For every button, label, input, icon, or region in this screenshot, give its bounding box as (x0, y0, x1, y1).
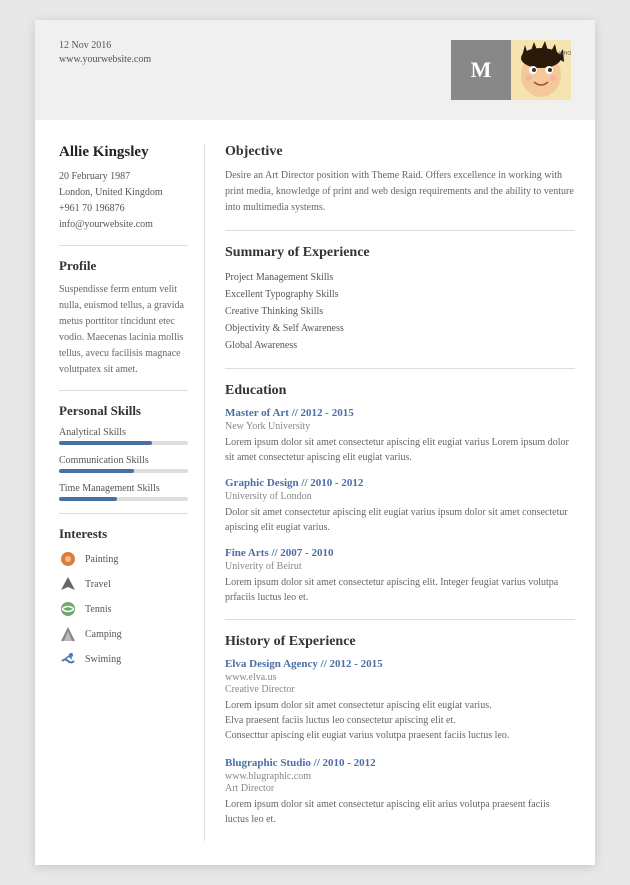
interest-travel: Travel (59, 575, 188, 593)
exp-website-2: www.blugraphic.com (225, 771, 575, 782)
header-photos: M (451, 40, 571, 100)
skill-time-bar-bg (59, 497, 188, 501)
summary-title: Summary of Experience (225, 245, 575, 261)
cartoon-svg: WHOO?! (511, 40, 571, 100)
edu-entry-2: Graphic Design // 2010 - 2012 University… (225, 477, 575, 535)
skill-communication: Communication Skills (59, 455, 188, 473)
interest-camping-label: Camping (85, 629, 122, 640)
location: London, United Kingdom (59, 185, 188, 201)
exp-desc-1: Lorem ipsum dolor sit amet consectetur a… (225, 698, 575, 743)
divider-2 (59, 390, 188, 391)
exp-entry-1: Elva Design Agency // 2012 - 2015 www.el… (225, 658, 575, 743)
resume-card: 12 Nov 2016 www.yourwebsite.com M (35, 20, 595, 865)
email: info@yourwebsite.com (59, 217, 188, 233)
exp-website-1: www.elva.us (225, 672, 575, 683)
edu-entry-1: Master of Art // 2012 - 2015 New York Un… (225, 407, 575, 465)
exp-role-2: Art Director (225, 783, 575, 794)
edu-title-3: Fine Arts // 2007 - 2010 (225, 547, 575, 559)
exp-role-1: Creative Director (225, 684, 575, 695)
swimming-icon (59, 650, 77, 668)
exp-title-1: Elva Design Agency // 2012 - 2015 (225, 658, 575, 670)
photo-cartoon: WHOO?! (511, 40, 571, 100)
profile-text: Suspendisse ferm entum velit nulla, euis… (59, 282, 188, 378)
travel-icon (59, 575, 77, 593)
skill-communication-bar-fill (59, 469, 134, 473)
person-name: Allie Kingsley (59, 144, 188, 161)
interest-travel-label: Travel (85, 579, 111, 590)
divider-1 (59, 245, 188, 246)
contact-info: 20 February 1987 London, United Kingdom … (59, 169, 188, 233)
exp-desc-2: Lorem ipsum dolor sit amet consectetur a… (225, 797, 575, 827)
skills-title: Personal Skills (59, 403, 188, 419)
painting-icon (59, 550, 77, 568)
exp-title-2: Blugraphic Studio // 2010 - 2012 (225, 757, 575, 769)
skill-analytical-bar-fill (59, 441, 152, 445)
edu-title-1: Master of Art // 2012 - 2015 (225, 407, 575, 419)
summary-item-1: Project Management Skills (225, 269, 575, 286)
right-divider-2 (225, 368, 575, 369)
main-content: Allie Kingsley 20 February 1987 London, … (35, 120, 595, 865)
summary-item-4: Objectivity & Self Awareness (225, 320, 575, 337)
svg-text:WHOO?!: WHOO?! (559, 51, 571, 57)
summary-item-5: Global Awareness (225, 337, 575, 354)
skill-time-bar-fill (59, 497, 117, 501)
skill-communication-bar-bg (59, 469, 188, 473)
dob: 20 February 1987 (59, 169, 188, 185)
edu-school-2: University of London (225, 491, 575, 502)
edu-entry-3: Fine Arts // 2007 - 2010 Univerity of Be… (225, 547, 575, 605)
edu-desc-3: Lorem ipsum dolor sit amet consectetur a… (225, 575, 575, 605)
education-title: Education (225, 383, 575, 399)
left-column: Allie Kingsley 20 February 1987 London, … (35, 144, 205, 841)
summary-list: Project Management Skills Excellent Typo… (225, 269, 575, 354)
divider-3 (59, 513, 188, 514)
interests-list: Painting Travel (59, 550, 188, 668)
header-meta: 12 Nov 2016 www.yourwebsite.com (59, 40, 151, 65)
exp-entry-2: Blugraphic Studio // 2010 - 2012 www.blu… (225, 757, 575, 827)
summary-item-2: Excellent Typography Skills (225, 286, 575, 303)
edu-title-2: Graphic Design // 2010 - 2012 (225, 477, 575, 489)
camping-icon (59, 625, 77, 643)
right-divider-1 (225, 230, 575, 231)
edu-desc-1: Lorem ipsum dolor sit amet consectetur a… (225, 435, 575, 465)
phone: +961 70 196876 (59, 201, 188, 217)
tennis-icon (59, 600, 77, 618)
interest-swimming: Swiming (59, 650, 188, 668)
experience-title: History of Experience (225, 634, 575, 650)
summary-item-3: Creative Thinking Skills (225, 303, 575, 320)
skill-time-label: Time Management Skills (59, 483, 188, 494)
interests-title: Interests (59, 526, 188, 542)
objective-text: Desire an Art Director position with The… (225, 168, 575, 216)
interest-camping: Camping (59, 625, 188, 643)
interest-tennis-label: Tennis (85, 604, 112, 615)
header-date: 12 Nov 2016 (59, 40, 151, 51)
skill-analytical-label: Analytical Skills (59, 427, 188, 438)
interest-tennis: Tennis (59, 600, 188, 618)
right-column: Objective Desire an Art Director positio… (205, 144, 595, 841)
skill-time: Time Management Skills (59, 483, 188, 501)
header: 12 Nov 2016 www.yourwebsite.com M (35, 20, 595, 120)
skill-analytical-bar-bg (59, 441, 188, 445)
skills-list: Analytical Skills Communication Skills T… (59, 427, 188, 501)
skill-communication-label: Communication Skills (59, 455, 188, 466)
header-website: www.yourwebsite.com (59, 54, 151, 65)
photo-initial: M (451, 40, 511, 100)
interest-swimming-label: Swiming (85, 654, 121, 665)
skill-analytical: Analytical Skills (59, 427, 188, 445)
page-wrapper: 12 Nov 2016 www.yourwebsite.com M (0, 0, 630, 885)
interest-painting: Painting (59, 550, 188, 568)
objective-title: Objective (225, 144, 575, 160)
interest-painting-label: Painting (85, 554, 118, 565)
edu-school-3: Univerity of Beirut (225, 561, 575, 572)
profile-title: Profile (59, 258, 188, 274)
right-divider-3 (225, 619, 575, 620)
edu-desc-2: Dolor sit amet consectetur apiscing elit… (225, 505, 575, 535)
edu-school-1: New York University (225, 421, 575, 432)
